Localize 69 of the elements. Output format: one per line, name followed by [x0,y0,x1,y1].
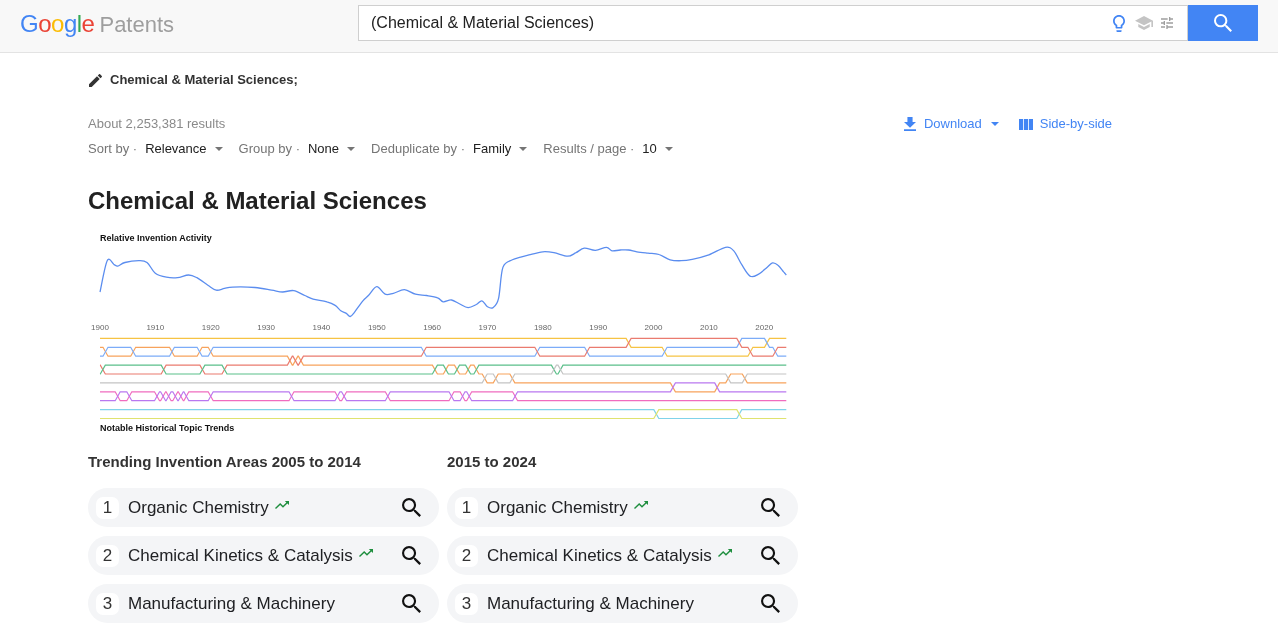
rank-number: 3 [96,592,119,615]
rank-number: 1 [455,496,478,519]
topic-card[interactable]: 3 Manufacturing & Machinery [88,584,439,623]
topic-label: Organic Chemistry [487,497,628,518]
caret-icon [664,147,673,151]
logo[interactable]: Google [20,10,95,38]
search-button[interactable] [1188,5,1258,41]
year-label: 2020 [755,323,774,332]
chart-title: Relative Invention Activity [100,233,212,243]
rank-number: 1 [96,496,119,519]
pencil-icon[interactable] [89,73,102,87]
topic-label: Organic Chemistry [128,497,269,518]
option-label: Deduplicate by · [371,141,465,157]
year-label: 1960 [423,323,441,332]
year-label: 1910 [146,323,165,332]
option-dropdown[interactable]: Relevance [145,141,223,157]
year-label: 1980 [533,323,552,332]
search-icon[interactable] [761,594,780,613]
year-label: 1990 [589,323,608,332]
download-icon [903,117,916,131]
columns-icon [1018,118,1033,130]
sliders-icon[interactable] [1161,17,1173,29]
year-label: 1930 [257,323,275,332]
rank-number: 2 [455,544,478,567]
query-text: Chemical & Material Sciences; [110,72,298,88]
caret-icon [347,147,356,151]
option-dropdown[interactable]: 10 [642,141,673,157]
side-by-side-button[interactable]: Side-by-side [1018,116,1112,132]
option-label: Sort by · [88,141,138,157]
rank-number: 2 [96,544,119,567]
year-label: 2000 [644,323,663,332]
chart-title: Notable Historical Topic Trends [100,423,235,433]
year-label: 1940 [312,323,331,332]
caret-icon [519,147,528,151]
search-icon[interactable] [402,498,421,517]
year-label: 1950 [367,323,386,332]
search-icon[interactable] [761,498,780,517]
topic-card[interactable]: 2 Chemical Kinetics & Catalysis [88,536,439,575]
section-heading: 2015 to 2024 [447,452,538,472]
page-title: Chemical & Material Sciences [88,186,428,216]
option-dropdown[interactable]: Family [473,141,528,157]
search-icon[interactable] [761,546,780,565]
section-heading: Trending Invention Areas 2005 to 2014 [88,452,362,472]
option-label: Results / page · [543,141,635,157]
download-button[interactable]: Download [903,116,999,132]
topic-card[interactable]: 2 Chemical Kinetics & Catalysis [447,536,798,575]
topic-card[interactable]: 1 Organic Chemistry [447,488,798,527]
topic-card[interactable]: 1 Organic Chemistry [88,488,439,527]
year-label: 1900 [91,323,109,332]
option-label: Group by · [238,141,300,157]
search-icon[interactable] [402,546,421,565]
year-label: 2010 [700,323,718,332]
topic-card[interactable]: 3 Manufacturing & Machinery [447,584,798,623]
search-field[interactable]: (Chemical & Material Sciences) [358,5,1188,41]
lightbulb-icon[interactable] [1113,14,1125,32]
search-icon[interactable] [402,594,421,613]
option-dropdown[interactable]: None [308,141,356,157]
year-label: 1920 [201,323,220,332]
topic-label: Chemical Kinetics & Catalysis [487,545,712,566]
caret-icon [990,122,999,126]
topic-label: Chemical Kinetics & Catalysis [128,545,353,566]
year-label: 1970 [478,323,497,332]
topic-label: Manufacturing & Machinery [128,593,335,614]
search-icon [1214,14,1232,32]
topic-label: Manufacturing & Machinery [487,593,694,614]
product-name: Patents [99,11,175,39]
caret-icon [214,147,223,151]
result-count: About 2,253,381 results [88,116,226,132]
rank-number: 3 [455,592,478,615]
